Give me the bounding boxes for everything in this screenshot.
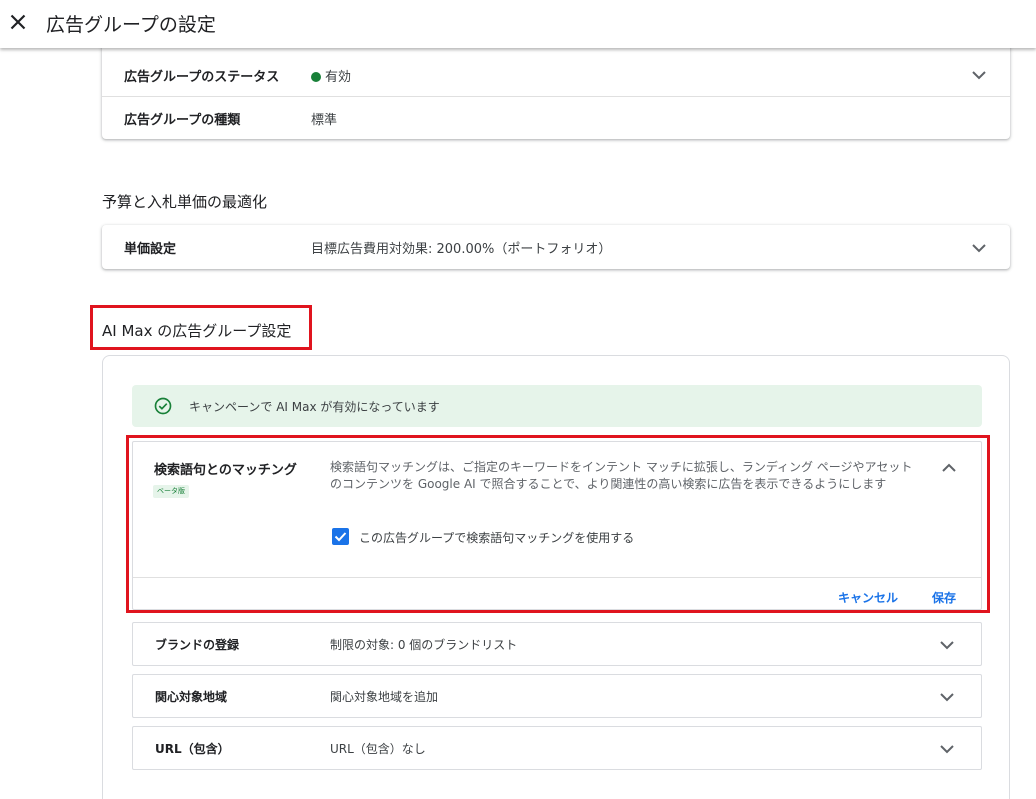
ai-max-section-title: AI Max の広告グループ設定 xyxy=(102,322,292,340)
card-divider xyxy=(102,96,1010,97)
type-label: 広告グループの種類 xyxy=(124,113,241,128)
save-button[interactable]: 保存 xyxy=(932,589,956,606)
cancel-button[interactable]: キャンセル xyxy=(838,589,898,606)
matching-description: 検索語句マッチングは、ご指定のキーワードをインテント マッチに拡張し、ランディン… xyxy=(330,460,913,491)
type-value: 標準 xyxy=(311,113,338,128)
chevron-down-icon[interactable] xyxy=(967,63,991,87)
checkmark-icon xyxy=(334,532,347,542)
panel-divider xyxy=(133,577,981,578)
status-label: 広告グループのステータス xyxy=(124,70,280,85)
bid-value: 目標広告費用対効果: 200.00%（ポートフォリオ） xyxy=(311,242,612,257)
status-dot-icon xyxy=(311,72,321,82)
chevron-down-icon[interactable] xyxy=(935,685,959,709)
row-label: URL（包含） xyxy=(155,742,230,756)
budget-section-title: 予算と入札単価の最適化 xyxy=(102,193,268,211)
chevron-down-icon[interactable] xyxy=(967,236,991,260)
chevron-down-icon[interactable] xyxy=(935,633,959,657)
row-label: ブランドの登録 xyxy=(155,638,240,652)
check-circle-icon xyxy=(154,397,172,415)
chevron-down-icon[interactable] xyxy=(935,737,959,761)
brand-registration-row[interactable]: ブランドの登録 制限の対象: 0 個のブランドリスト xyxy=(132,622,982,666)
chevron-up-icon[interactable] xyxy=(937,456,961,480)
bid-label: 単価設定 xyxy=(124,242,177,257)
ai-max-notice: キャンペーンで AI Max が有効になっています xyxy=(132,385,982,427)
notice-text: キャンペーンで AI Max が有効になっています xyxy=(189,400,440,414)
matching-checkbox-label[interactable]: この広告グループで検索語句マッチングを使用する xyxy=(359,529,634,546)
beta-badge: ベータ版 xyxy=(153,485,189,498)
close-icon[interactable] xyxy=(5,9,31,35)
matching-checkbox[interactable] xyxy=(332,528,349,545)
status-value[interactable]: 有効 xyxy=(311,66,351,85)
top-bar: 広告グループの設定 xyxy=(0,0,1036,48)
matching-title: 検索語句とのマッチング xyxy=(154,463,297,478)
row-value: 関心対象地域を追加 xyxy=(330,690,439,704)
row-value: 制限の対象: 0 個のブランドリスト xyxy=(330,638,518,652)
row-value: URL（包含）なし xyxy=(330,742,426,756)
location-of-interest-row[interactable]: 関心対象地域 関心対象地域を追加 xyxy=(132,674,982,718)
row-label: 関心対象地域 xyxy=(155,690,228,704)
status-value-text: 有効 xyxy=(325,70,352,85)
page-title: 広告グループの設定 xyxy=(46,14,216,36)
url-inclusion-row[interactable]: URL（包含） URL（包含）なし xyxy=(132,726,982,770)
